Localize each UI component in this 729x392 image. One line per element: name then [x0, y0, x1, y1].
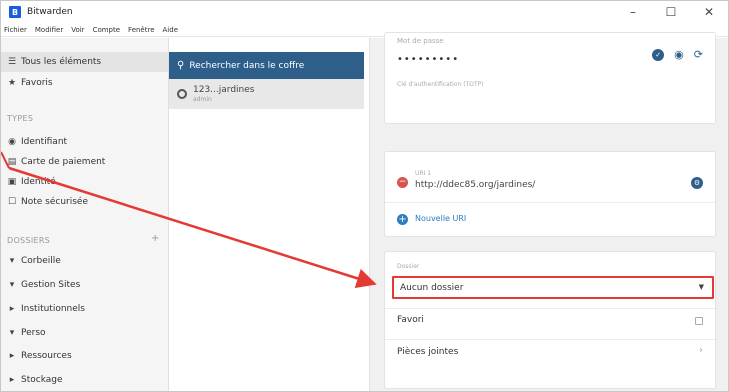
title-bar: B Bitwarden – ☐ ✕	[1, 1, 728, 23]
sidebar-item-label: Favoris	[21, 78, 53, 88]
maximize-button[interactable]: ☐	[652, 1, 690, 23]
caret-right-icon: ▸	[9, 304, 15, 314]
uri-card: − URI 1 http://ddec85.org/jardines/ ⚙ + …	[384, 151, 716, 237]
folder-label: Gestion Sites	[21, 280, 81, 290]
window-title: Bitwarden	[27, 7, 73, 17]
sidebar-item-label: Identité	[21, 177, 56, 187]
sidebar-item-login[interactable]: ◉ Identifiant	[7, 132, 67, 152]
options-card: Dossier Aucun dossier ▼ Favori Pièces jo…	[384, 251, 716, 389]
caret-down-icon: ▼	[698, 283, 704, 291]
check-password-icon[interactable]: ✓	[652, 49, 665, 61]
sidebar-item-card[interactable]: ▤ Carte de paiement	[7, 152, 106, 172]
folder-label: Ressources	[21, 351, 72, 361]
sidebar-item-secure-note[interactable]: ☐ Note sécurisée	[7, 192, 88, 212]
login-card: Mot de passe ••••••••• ✓ ◉ ⟳ Clé d'authe…	[384, 32, 716, 124]
menu-fenetre[interactable]: Fenêtre	[128, 26, 154, 34]
divider	[385, 202, 715, 203]
sidebar: ☰ Tous les éléments ★ Favoris TYPES ◉ Id…	[1, 38, 169, 391]
sidebar-item-favorites[interactable]: ★ Favoris	[7, 73, 53, 93]
folder-label: Dossier	[397, 263, 420, 270]
credit-card-icon: ▤	[7, 157, 17, 167]
caret-down-icon: ▾	[9, 280, 15, 290]
globe-icon: ◉	[8, 137, 16, 147]
close-button[interactable]: ✕	[690, 1, 728, 23]
refresh-icon[interactable]: ⟳	[694, 49, 703, 61]
attachments-row[interactable]: Pièces jointes	[397, 347, 458, 357]
new-uri-button[interactable]: Nouvelle URI	[415, 214, 466, 223]
folder-label: Stockage	[21, 375, 63, 385]
globe-icon	[177, 89, 187, 99]
folder-label: Institutionnels	[21, 304, 85, 314]
search-input[interactable]: ⚲ Rechercher dans le coffre	[169, 52, 364, 79]
favorite-label: Favori	[397, 315, 424, 325]
bitwarden-logo-icon: B	[9, 6, 21, 18]
window-controls: – ☐ ✕	[614, 1, 728, 23]
sidebar-item-label: Note sécurisée	[21, 197, 89, 207]
folder-select[interactable]: Aucun dossier ▼	[392, 276, 714, 299]
search-placeholder: Rechercher dans le coffre	[189, 60, 305, 71]
menu-fichier[interactable]: Fichier	[4, 26, 27, 34]
sidebar-item-label: Carte de paiement	[21, 157, 106, 167]
password-actions: ✓ ◉ ⟳	[652, 49, 703, 61]
caret-down-icon: ▾	[9, 256, 15, 266]
folder-label: Perso	[21, 328, 46, 338]
divider	[385, 339, 715, 340]
sidebar-item-all-items[interactable]: ☰ Tous les éléments	[1, 52, 168, 72]
menu-compte[interactable]: Compte	[93, 26, 120, 34]
folder-selected-value: Aucun dossier	[400, 282, 464, 293]
item-subtitle: admin	[193, 96, 212, 103]
app-window: B Bitwarden – ☐ ✕ Fichier Modifier Voir …	[0, 0, 729, 392]
add-uri-icon[interactable]: +	[397, 214, 408, 225]
types-header: TYPES	[7, 114, 34, 123]
add-folder-button[interactable]: +	[151, 233, 159, 244]
remove-uri-icon[interactable]: −	[397, 177, 408, 188]
list-icon: ☰	[7, 57, 17, 67]
sidebar-item-identity[interactable]: ▣ Identité	[7, 172, 56, 192]
divider	[385, 308, 715, 309]
minimize-button[interactable]: –	[614, 1, 652, 23]
sidebar-folder-institutionnels[interactable]: ▸ Institutionnels	[7, 299, 85, 319]
favorite-checkbox[interactable]	[695, 317, 703, 325]
list-item[interactable]: 123...jardines admin	[169, 79, 364, 109]
gear-icon[interactable]: ⚙	[691, 177, 703, 189]
caret-right-icon: ▸	[9, 351, 15, 361]
eye-icon[interactable]: ◉	[674, 49, 684, 61]
caret-down-icon: ▾	[9, 328, 15, 338]
folder-label: Corbeille	[21, 256, 61, 266]
item-detail-pane: Mot de passe ••••••••• ✓ ◉ ⟳ Clé d'authe…	[370, 32, 728, 391]
sidebar-folder-corbeille[interactable]: ▾ Corbeille	[7, 251, 61, 271]
chevron-right-icon: ›	[699, 345, 703, 356]
caret-right-icon: ▸	[9, 375, 15, 385]
password-value: •••••••••	[397, 54, 460, 65]
password-label: Mot de passe	[397, 37, 444, 45]
menu-aide[interactable]: Aide	[163, 26, 178, 34]
star-icon: ★	[7, 78, 17, 88]
menu-voir[interactable]: Voir	[71, 26, 84, 34]
sidebar-folder-ressources[interactable]: ▸ Ressources	[7, 346, 72, 366]
totp-label: Clé d'authentification (TOTP)	[397, 81, 484, 88]
menu-modifier[interactable]: Modifier	[35, 26, 63, 34]
search-icon: ⚲	[177, 60, 185, 71]
uri-label: URI 1	[415, 170, 432, 177]
sidebar-folder-stockage[interactable]: ▸ Stockage	[7, 370, 63, 390]
sidebar-item-label: Identifiant	[21, 137, 68, 147]
id-card-icon: ▣	[7, 177, 17, 187]
sidebar-folder-gestion-sites[interactable]: ▾ Gestion Sites	[7, 275, 81, 295]
folders-header: DOSSIERS	[7, 236, 51, 245]
note-icon: ☐	[7, 197, 17, 207]
item-title: 123...jardines	[193, 85, 255, 95]
sidebar-item-label: Tous les éléments	[21, 57, 102, 67]
sidebar-folder-perso[interactable]: ▾ Perso	[7, 323, 46, 343]
uri-field[interactable]: http://ddec85.org/jardines/	[415, 180, 535, 190]
vault-list: ⚲ Rechercher dans le coffre 123...jardin…	[169, 38, 370, 391]
